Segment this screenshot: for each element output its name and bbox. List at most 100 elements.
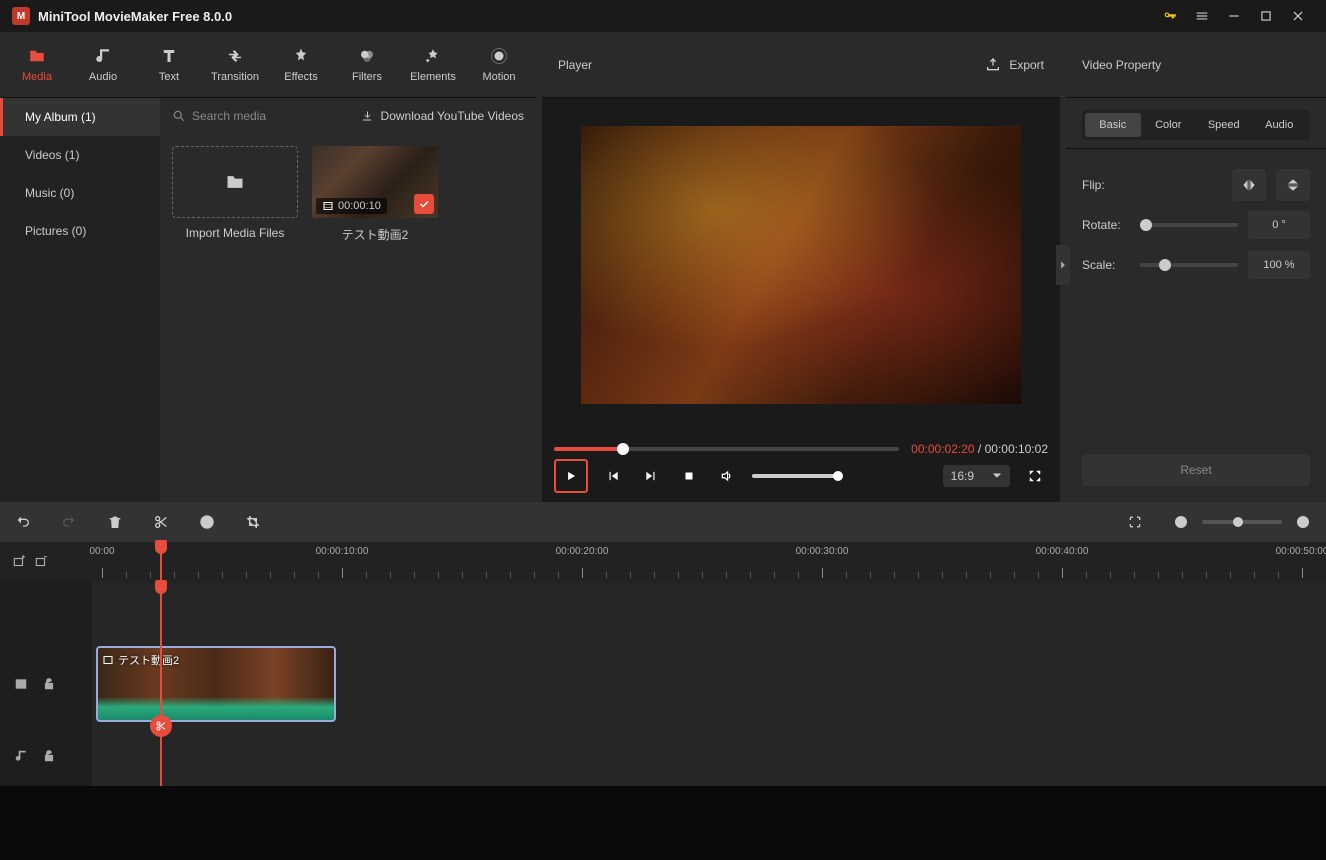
volume-slider[interactable] (752, 474, 842, 478)
timeline-ruler[interactable]: 00:0000:00:10:0000:00:20:0000:00:30:0000… (0, 542, 1326, 582)
rotate-label: Rotate: (1082, 218, 1130, 232)
fullscreen-button[interactable] (1022, 463, 1048, 489)
media-area: Search media Download YouTube Videos Imp… (160, 98, 536, 502)
expand-handle[interactable] (1056, 245, 1070, 285)
import-media-button[interactable] (172, 146, 298, 218)
film-icon (14, 677, 28, 691)
export-icon (985, 57, 1001, 73)
rotate-value[interactable]: 0 ° (1248, 211, 1310, 239)
stop-button[interactable] (676, 463, 702, 489)
player-title: Player (558, 58, 985, 72)
tab-effects[interactable]: Effects (268, 32, 334, 97)
tab-media[interactable]: Media (4, 32, 70, 97)
audio-track[interactable] (0, 726, 1326, 786)
folder-icon (27, 47, 47, 65)
seek-bar[interactable]: 00:00:02:20 / 00:00:10:02 (554, 440, 1048, 458)
video-preview[interactable] (581, 126, 1021, 404)
download-icon (359, 110, 375, 122)
prop-tab-basic[interactable]: Basic (1085, 113, 1141, 137)
flip-vertical-button[interactable] (1276, 169, 1310, 201)
sidebar-item-album[interactable]: My Album (1) (0, 98, 160, 136)
flip-label: Flip: (1082, 178, 1130, 192)
effects-icon (291, 47, 311, 65)
import-label: Import Media Files (186, 226, 285, 240)
search-icon (172, 109, 186, 123)
tab-filters[interactable]: Filters (334, 32, 400, 97)
elements-icon (423, 47, 443, 65)
search-input[interactable]: Search media (172, 109, 351, 123)
tab-audio[interactable]: Audio (70, 32, 136, 97)
chevron-down-icon (992, 472, 1002, 480)
scale-label: Scale: (1082, 258, 1130, 272)
prop-tab-color[interactable]: Color (1141, 113, 1197, 137)
player-panel: Player Export 00:00:02:20 / 00:00:10:02 (542, 32, 1060, 502)
add-track-icon[interactable] (12, 555, 26, 569)
tab-motion[interactable]: Motion (466, 32, 532, 97)
delete-button[interactable] (104, 511, 126, 533)
zoom-out-button[interactable] (1170, 511, 1192, 533)
next-frame-button[interactable] (638, 463, 664, 489)
flip-horizontal-button[interactable] (1232, 169, 1266, 201)
sidebar: My Album (1) Videos (1) Music (0) Pictur… (0, 98, 160, 502)
total-time: 00:00:10:02 (985, 442, 1048, 456)
media-thumbnail[interactable]: 00:00:10 (312, 146, 438, 218)
motion-icon (489, 47, 509, 65)
filters-icon (357, 47, 377, 65)
prop-tab-audio[interactable]: Audio (1252, 113, 1308, 137)
music-icon (93, 47, 113, 65)
close-button[interactable] (1282, 0, 1314, 32)
current-time: 00:00:02:20 (911, 442, 974, 456)
crop-button[interactable] (242, 511, 264, 533)
redo-button[interactable] (58, 511, 80, 533)
tab-text[interactable]: Text (136, 32, 202, 97)
timeline-toolbar (0, 502, 1326, 542)
spacer-track (0, 582, 1326, 642)
menu-icon[interactable] (1186, 0, 1218, 32)
timeline: 00:0000:00:10:0000:00:20:0000:00:30:0000… (0, 502, 1326, 786)
zoom-in-button[interactable] (1292, 511, 1314, 533)
tab-elements[interactable]: Elements (400, 32, 466, 97)
rotate-slider[interactable] (1140, 223, 1238, 227)
play-button[interactable] (554, 459, 588, 493)
sidebar-item-pictures[interactable]: Pictures (0) (0, 212, 160, 250)
text-icon (159, 47, 179, 65)
scale-slider[interactable] (1140, 263, 1238, 267)
reset-button[interactable]: Reset (1082, 454, 1310, 486)
remove-track-icon[interactable] (34, 555, 48, 569)
music-icon (14, 749, 28, 763)
main-tabs: Media Audio Text Transition Effects Filt… (0, 32, 536, 98)
sidebar-item-videos[interactable]: Videos (1) (0, 136, 160, 174)
tab-transition[interactable]: Transition (202, 32, 268, 97)
clip-name: テスト動画2 (342, 226, 409, 243)
folder-icon (223, 172, 247, 192)
video-clip[interactable]: テスト動画2 (96, 646, 336, 722)
speed-button[interactable] (196, 511, 218, 533)
prev-frame-button[interactable] (600, 463, 626, 489)
properties-title: Video Property (1082, 58, 1310, 72)
volume-button[interactable] (714, 463, 740, 489)
film-icon (102, 654, 114, 666)
scale-value[interactable]: 100 % (1248, 251, 1310, 279)
zoom-slider[interactable] (1202, 520, 1282, 524)
app-title: MiniTool MovieMaker Free 8.0.0 (38, 9, 1154, 24)
unlock-icon[interactable] (42, 749, 56, 763)
prop-tab-speed[interactable]: Speed (1196, 113, 1252, 137)
key-icon[interactable] (1154, 0, 1186, 32)
film-icon (322, 200, 334, 212)
unlock-icon[interactable] (42, 677, 56, 691)
fit-button[interactable] (1124, 511, 1146, 533)
minimize-button[interactable] (1218, 0, 1250, 32)
export-button[interactable]: Export (985, 57, 1044, 73)
used-check-icon (414, 194, 434, 214)
titlebar: M MiniTool MovieMaker Free 8.0.0 (0, 0, 1326, 32)
sidebar-item-music[interactable]: Music (0) (0, 174, 160, 212)
split-button[interactable] (150, 511, 172, 533)
video-track[interactable]: テスト動画2 (0, 642, 1326, 726)
transition-icon (225, 47, 245, 65)
undo-button[interactable] (12, 511, 34, 533)
app-logo: M (12, 7, 30, 25)
download-youtube-link[interactable]: Download YouTube Videos (359, 109, 524, 123)
maximize-button[interactable] (1250, 0, 1282, 32)
duration-badge: 00:00:10 (316, 198, 387, 214)
aspect-select[interactable]: 16:9 (943, 465, 1010, 487)
